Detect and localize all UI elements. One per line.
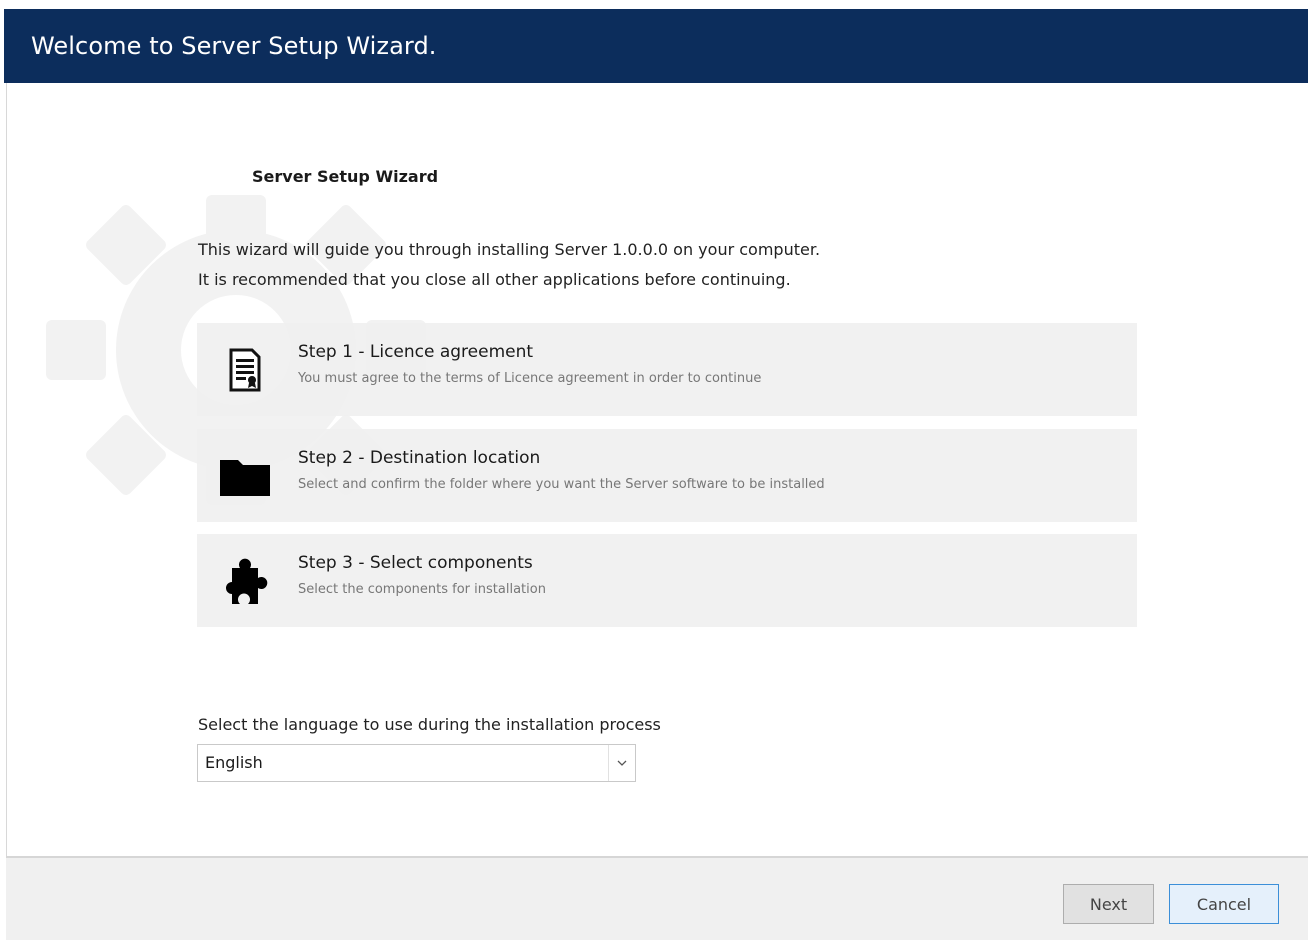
language-select[interactable]: English [197, 744, 636, 782]
step-description: Select the components for installation [298, 582, 546, 597]
setup-wizard-window: Welcome to Server Setup Wizard. Server S… [0, 0, 1308, 940]
intro-line-1: This wizard will guide you through insta… [198, 240, 821, 259]
page-title: Server Setup Wizard [252, 167, 439, 186]
step-title: Step 2 - Destination location [298, 448, 541, 468]
puzzle-icon [217, 553, 273, 609]
cancel-button[interactable]: Cancel [1169, 884, 1279, 924]
button-bar: Next Cancel [6, 856, 1308, 940]
step-description: Select and confirm the folder where you … [298, 477, 825, 492]
step-licence-agreement: Step 1 - Licence agreement You must agre… [197, 323, 1137, 416]
document-icon [217, 342, 273, 398]
step-select-components: Step 3 - Select components Select the co… [197, 534, 1137, 627]
language-label: Select the language to use during the in… [198, 715, 661, 734]
intro-line-2: It is recommended that you close all oth… [198, 270, 791, 289]
step-title: Step 1 - Licence agreement [298, 342, 534, 362]
step-destination-location: Step 2 - Destination location Select and… [197, 429, 1137, 522]
language-selected-value: English [205, 753, 263, 772]
folder-icon [217, 448, 273, 504]
step-title: Step 3 - Select components [298, 553, 533, 573]
step-description: You must agree to the terms of Licence a… [298, 371, 762, 386]
next-button[interactable]: Next [1063, 884, 1154, 924]
wizard-content: Server Setup Wizard This wizard will gui… [0, 83, 1308, 856]
intro-text: This wizard will guide you through insta… [198, 235, 820, 295]
window-title: Welcome to Server Setup Wizard. [31, 32, 437, 60]
title-bar: Welcome to Server Setup Wizard. [4, 9, 1308, 83]
chevron-down-icon[interactable] [608, 745, 635, 781]
